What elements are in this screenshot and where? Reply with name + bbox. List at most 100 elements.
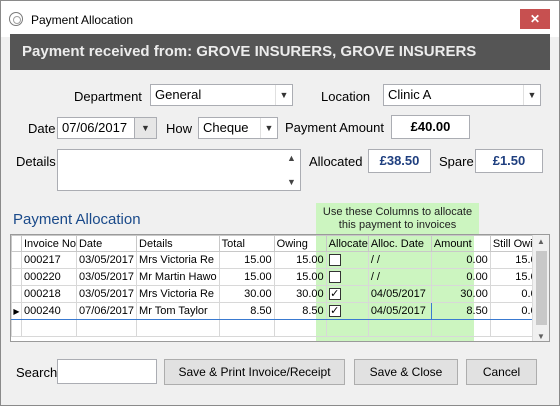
details-textarea[interactable]: ▲ ▼ <box>57 149 301 191</box>
row-header[interactable] <box>11 251 22 269</box>
table-row[interactable]: 000220 03/05/2017 Mr Martin Hawo 15.00 15.00… <box>11 268 546 286</box>
cell-invoice-no: 000240 <box>21 302 77 320</box>
row-header[interactable] <box>11 268 22 286</box>
cell-total: 30.00 <box>218 285 275 303</box>
cell-owing: 15.00 <box>273 268 327 286</box>
window-title: Payment Allocation <box>31 13 134 27</box>
cell-allocate <box>325 251 369 269</box>
cell-details: Mrs Victoria Re <box>136 285 220 303</box>
allocate-checkbox[interactable]: ✓ <box>328 305 341 318</box>
cell-invoice-no: 000220 <box>21 268 77 286</box>
close-button[interactable]: ✕ <box>520 9 550 29</box>
grid-vertical-scrollbar[interactable]: ▲ ▼ <box>532 235 549 341</box>
empty-cell <box>11 319 22 337</box>
column-header-amount[interactable]: Amount <box>430 235 491 252</box>
column-header-date[interactable]: Date <box>75 235 138 252</box>
allocate-checkbox[interactable]: ✓ <box>328 288 341 301</box>
table-header-row: Invoice No Date Details Total Owing Allo… <box>11 235 546 252</box>
location-value: Clinic A <box>388 87 432 102</box>
table-row[interactable]: 000217 03/05/2017 Mrs Victoria Re 15.00 15.0… <box>11 251 546 269</box>
cell-allocate: ✓ <box>325 285 369 303</box>
column-header-allocate[interactable]: Allocate <box>325 235 369 252</box>
empty-cell <box>273 319 327 337</box>
department-select[interactable]: General ▼ <box>150 84 293 106</box>
spare-label: Spare <box>439 154 474 169</box>
chevron-down-icon[interactable]: ▼ <box>523 85 540 105</box>
search-input[interactable] <box>57 359 157 384</box>
cancel-label: Cancel <box>482 365 521 379</box>
date-label: Date <box>28 121 56 136</box>
empty-cell <box>367 319 432 337</box>
chevron-down-icon[interactable]: ▼ <box>275 85 292 105</box>
date-picker[interactable]: 07/06/2017 ▼ <box>57 117 157 139</box>
cell-total: 15.00 <box>218 251 275 269</box>
table-row[interactable]: 000218 03/05/2017 Mrs Victoria Re 30.00 30.0… <box>11 285 546 303</box>
payment-amount-label: Payment Amount <box>285 120 384 135</box>
cell-total: 15.00 <box>218 268 275 286</box>
payment-method-select[interactable]: Cheque ▼ <box>198 117 278 139</box>
save-print-button[interactable]: Save & Print Invoice/Receipt <box>164 359 345 385</box>
empty-cell <box>325 319 369 337</box>
title-bar: Payment Allocation ✕ <box>1 1 559 37</box>
payment-amount-field[interactable]: £40.00 <box>391 115 470 139</box>
row-pointer-icon[interactable]: ▶ <box>11 302 22 320</box>
location-select[interactable]: Clinic A ▼ <box>383 84 541 106</box>
cell-alloc-date[interactable]: / / <box>367 268 432 286</box>
empty-cell <box>218 319 275 337</box>
table-row-empty[interactable] <box>11 319 546 337</box>
save-print-label: Save & Print Invoice/Receipt <box>178 365 331 379</box>
column-header-invoice-no[interactable]: Invoice No <box>21 235 77 252</box>
cell-alloc-date[interactable]: 04/05/2017 <box>367 302 432 320</box>
allocated-label: Allocated <box>309 154 363 169</box>
empty-cell <box>430 319 491 337</box>
cell-amount[interactable]: 0.00 <box>430 268 491 286</box>
payment-method-value: Cheque <box>203 120 249 135</box>
empty-cell <box>21 319 77 337</box>
cell-date: 03/05/2017 <box>75 285 138 303</box>
payer-banner: Payment received from: GROVE INSURERS, G… <box>10 34 550 70</box>
how-label: How <box>166 121 193 136</box>
allocated-amount: £38.50 <box>368 149 431 173</box>
cell-amount[interactable]: 0.00 <box>430 251 491 269</box>
cell-amount[interactable]: 30.00 <box>430 285 491 303</box>
allocation-hint: Use these Columns to allocate this payme… <box>316 203 479 234</box>
scroll-down-icon[interactable]: ▼ <box>537 332 545 341</box>
allocate-checkbox[interactable] <box>328 271 341 284</box>
cell-details: Mr Martin Hawo <box>136 268 220 286</box>
cell-date: 03/05/2017 <box>75 251 138 269</box>
cell-date: 07/06/2017 <box>75 302 138 320</box>
cell-allocate: ✓ <box>325 302 369 320</box>
allocation-table: Invoice No Date Details Total Owing Allo… <box>11 235 546 337</box>
cell-invoice-no: 000218 <box>21 285 77 303</box>
cell-amount[interactable]: 8.50 <box>430 302 491 320</box>
scroll-up-icon[interactable]: ▲ <box>287 153 296 163</box>
cancel-button[interactable]: Cancel <box>466 359 537 385</box>
allocate-checkbox[interactable] <box>328 254 341 267</box>
allocation-section-title: Payment Allocation <box>13 211 141 228</box>
scrollbar-thumb[interactable] <box>536 251 547 325</box>
payment-allocation-window: Payment Allocation ✕ Payment received fr… <box>0 0 560 406</box>
row-header[interactable] <box>11 285 22 303</box>
cell-alloc-date[interactable]: 04/05/2017 <box>367 285 432 303</box>
department-label: Department <box>74 89 142 104</box>
cell-total: 8.50 <box>218 302 275 320</box>
allocation-grid[interactable]: Invoice No Date Details Total Owing Allo… <box>10 234 550 342</box>
column-header-total[interactable]: Total <box>218 235 275 252</box>
scroll-up-icon[interactable]: ▲ <box>537 237 545 246</box>
save-close-label: Save & Close <box>369 365 443 379</box>
save-close-button[interactable]: Save & Close <box>354 359 458 385</box>
chevron-down-icon[interactable]: ▼ <box>134 118 156 138</box>
checkmark-icon: ✓ <box>330 305 340 318</box>
cell-alloc-date[interactable]: / / <box>367 251 432 269</box>
column-header-alloc-date[interactable]: Alloc. Date <box>367 235 432 252</box>
row-header-corner <box>11 235 22 252</box>
chevron-down-icon[interactable]: ▼ <box>260 118 277 138</box>
scroll-down-icon[interactable]: ▼ <box>287 177 296 187</box>
column-header-details[interactable]: Details <box>136 235 220 252</box>
cell-owing: 30.00 <box>273 285 327 303</box>
column-header-owing[interactable]: Owing <box>273 235 327 252</box>
cell-details: Mr Tom Taylor <box>136 302 220 320</box>
cell-date: 03/05/2017 <box>75 268 138 286</box>
details-scrollbar[interactable]: ▲ ▼ <box>284 150 300 190</box>
table-row[interactable]: ▶ 000240 07/06/2017 Mr Tom Taylor 8.50 8.50 ✓ 0… <box>11 302 546 320</box>
